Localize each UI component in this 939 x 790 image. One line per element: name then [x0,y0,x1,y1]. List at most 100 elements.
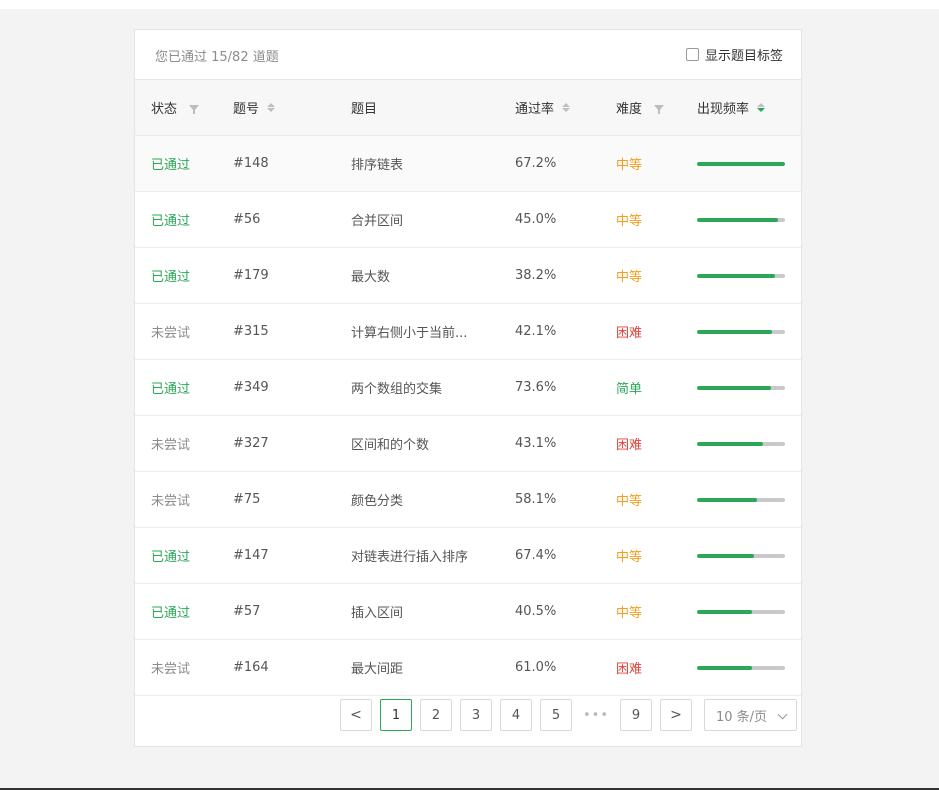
page-button-1[interactable]: 1 [380,699,412,731]
page-button-2[interactable]: 2 [420,699,452,731]
column-pass-rate-label: 通过率 [515,102,555,117]
problem-title-link[interactable]: 两个数组的交集 [351,360,481,415]
table-row[interactable]: 已通过 #56 合并区间 45.0% 中等 [135,192,801,248]
sort-icon[interactable] [267,103,276,112]
frequency-bar [697,665,785,670]
pass-rate: 42.1% [515,324,557,339]
frequency-bar-fill [697,161,785,166]
page-button-5[interactable]: 5 [540,699,572,731]
status-text: 未尝试 [151,494,191,509]
column-number[interactable]: 题号 [233,80,276,135]
table-row[interactable]: 已通过 #57 插入区间 40.5% 中等 [135,584,801,640]
frequency-bar [697,553,785,558]
next-page-button[interactable]: > [660,699,692,731]
progress-summary: 您已通过 15/82 道题 [155,50,279,65]
page-button-4[interactable]: 4 [500,699,532,731]
prev-page-button[interactable]: < [340,699,372,731]
status-text: 未尝试 [151,326,191,341]
problem-title-link[interactable]: 合并区间 [351,192,481,247]
frequency-bar [697,609,785,614]
frequency-cell [697,472,785,527]
pass-rate: 67.2% [515,156,557,171]
column-title-label: 题目 [351,102,378,117]
top-bar [0,0,939,9]
frequency-bar [697,217,785,222]
difficulty-label: 简单 [616,382,643,397]
difficulty-label: 中等 [616,158,643,173]
pass-rate: 43.1% [515,436,557,451]
difficulty-label: 困难 [616,662,643,677]
problem-number: #327 [233,436,269,451]
difficulty-label: 中等 [616,606,643,621]
frequency-bar-fill [697,385,771,390]
problem-number: #315 [233,324,269,339]
sort-icon[interactable] [757,103,766,112]
status-text: 未尝试 [151,438,191,453]
show-tags-checkbox[interactable] [685,48,699,61]
page-button-3[interactable]: 3 [460,699,492,731]
sort-icon[interactable] [562,103,571,112]
pass-rate: 40.5% [515,604,557,619]
frequency-bar-fill [697,497,757,502]
status-text: 已通过 [151,214,191,229]
frequency-cell [697,528,785,583]
table-row[interactable]: 已通过 #147 对链表进行插入排序 67.4% 中等 [135,528,801,584]
pagination: < 1 2 3 4 5 ••• 9 > 10 条/页 [340,699,797,731]
status-text: 已通过 [151,270,191,285]
column-status[interactable]: 状态 [151,80,200,135]
difficulty-label: 困难 [616,438,643,453]
pass-rate: 58.1% [515,492,557,507]
problem-number: #147 [233,548,269,563]
column-status-label: 状态 [151,102,178,117]
table-row[interactable]: 已通过 #148 排序链表 67.2% 中等 [135,136,801,192]
frequency-bar [697,273,785,278]
status-text: 已通过 [151,382,191,397]
page-button-last[interactable]: 9 [620,699,652,731]
column-number-label: 题号 [233,102,260,117]
pagination-ellipsis[interactable]: ••• [580,699,612,731]
status-text: 已通过 [151,550,191,565]
filter-icon[interactable] [654,104,665,114]
column-frequency[interactable]: 出现频率 [697,80,766,135]
column-frequency-label: 出现频率 [697,102,750,117]
page-size-select[interactable]: 10 条/页 [704,699,797,731]
problem-title-link[interactable]: 计算右侧小于当前... [351,304,481,359]
problem-title-link[interactable]: 插入区间 [351,584,481,639]
status-text: 未尝试 [151,662,191,677]
problem-title-link[interactable]: 最大数 [351,248,481,303]
column-difficulty-label: 难度 [616,102,643,117]
table-body: 已通过 #148 排序链表 67.2% 中等 已通过 #56 合并区间 45.0… [135,136,801,696]
problem-title-link[interactable]: 对链表进行插入排序 [351,528,481,583]
frequency-bar-fill [697,441,763,446]
frequency-bar-fill [697,665,753,670]
pass-rate: 73.6% [515,380,557,395]
problem-title-link[interactable]: 排序链表 [351,136,481,191]
table-row[interactable]: 未尝试 #327 区间和的个数 43.1% 困难 [135,416,801,472]
table-row[interactable]: 已通过 #179 最大数 38.2% 中等 [135,248,801,304]
problem-number: #75 [233,492,261,507]
table-row[interactable]: 未尝试 #164 最大间距 61.0% 困难 [135,640,801,696]
show-tags-toggle[interactable]: 显示题目标签 [685,45,783,64]
frequency-cell [697,304,785,359]
difficulty-label: 困难 [616,326,643,341]
frequency-bar-fill [697,217,778,222]
frequency-cell [697,248,785,303]
status-text: 已通过 [151,606,191,621]
problem-title-link[interactable]: 区间和的个数 [351,416,481,471]
column-pass-rate[interactable]: 通过率 [515,80,571,135]
frequency-cell [697,584,785,639]
problem-list-card: 您已通过 15/82 道题 显示题目标签 状态 题号 题目 通过率 难度 出现频… [134,29,802,747]
table-row[interactable]: 已通过 #349 两个数组的交集 73.6% 简单 [135,360,801,416]
table-row[interactable]: 未尝试 #315 计算右侧小于当前... 42.1% 困难 [135,304,801,360]
table-row[interactable]: 未尝试 #75 颜色分类 58.1% 中等 [135,472,801,528]
difficulty-label: 中等 [616,494,643,509]
frequency-cell [697,192,785,247]
problem-number: #57 [233,604,261,619]
problem-number: #179 [233,268,269,283]
column-difficulty[interactable]: 难度 [616,80,665,135]
filter-icon[interactable] [189,104,200,114]
difficulty-label: 中等 [616,550,643,565]
problem-title-link[interactable]: 颜色分类 [351,472,481,527]
problem-title-link[interactable]: 最大间距 [351,640,481,695]
table-header: 状态 题号 题目 通过率 难度 出现频率 [135,80,801,136]
